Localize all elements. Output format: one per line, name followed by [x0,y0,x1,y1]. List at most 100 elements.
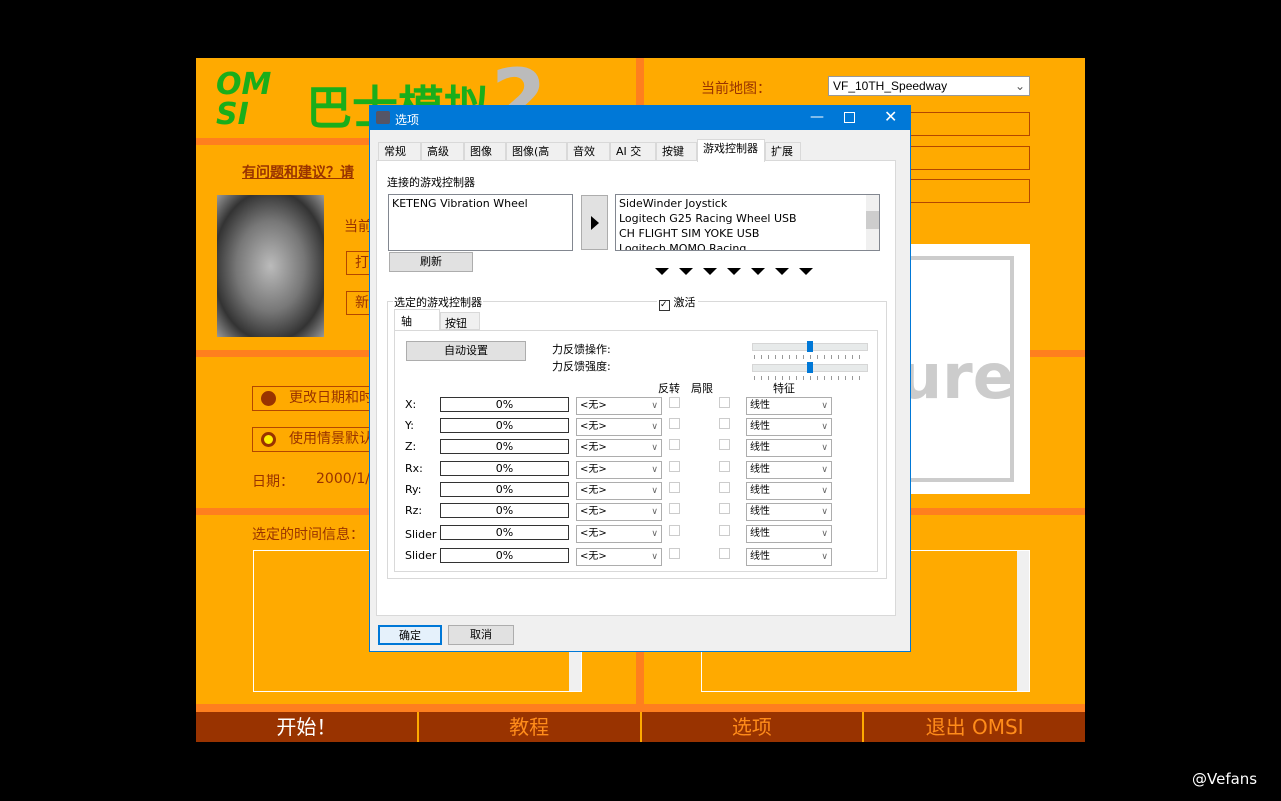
chevron-down-icon: ∨ [821,552,828,562]
invert-checkbox[interactable] [669,525,680,536]
chevron-down-icon: ∨ [651,465,658,475]
map-value: VF_10TH_Speedway [833,79,948,93]
chevron-down-icon: ∨ [651,486,658,496]
feature-select[interactable]: 线性 ∨ [746,482,832,500]
arrow-down-icon[interactable] [703,268,717,275]
axis-assign-select[interactable]: <无> ∨ [576,525,662,543]
maximize-icon[interactable] [844,112,855,123]
arrow-down-icon[interactable] [799,268,813,275]
chevron-down-icon: ∨ [651,507,658,517]
tab-graphics-advanced[interactable]: 图像(高级) [506,142,567,176]
tab-advanced[interactable]: 高级 [421,142,464,161]
feature-select[interactable]: 线性 ∨ [746,503,832,521]
select-value: 线性 [750,485,770,496]
axis-assign-select[interactable]: <无> ∨ [576,418,662,436]
auto-setup-button[interactable]: 自动设置 [406,341,526,361]
invert-checkbox[interactable] [669,482,680,493]
list-item[interactable]: SideWinder Joystick [619,196,863,211]
limit-checkbox[interactable] [719,418,730,429]
refresh-button[interactable]: 刷新 [389,252,473,272]
tab-addons[interactable]: 扩展包 [765,142,801,176]
limit-checkbox[interactable] [719,503,730,514]
list-item[interactable]: Logitech G25 Racing Wheel USB [619,211,863,226]
check-icon: ✓ [659,300,670,311]
invert-checkbox[interactable] [669,548,680,559]
list-item[interactable]: Logitech MOMO Racing [619,241,863,250]
activate-checkbox[interactable]: ✓ 激活 [657,294,698,311]
limit-checkbox[interactable] [719,482,730,493]
limit-checkbox[interactable] [719,548,730,559]
radio-label: 更改日期和时 [289,390,373,406]
feature-select[interactable]: 线性 ∨ [746,439,832,457]
feature-select[interactable]: 线性 ∨ [746,461,832,479]
tab-game-controllers[interactable]: 游戏控制器 [697,139,765,162]
axis-assign-select[interactable]: <无> ∨ [576,439,662,457]
tab-ai-traffic[interactable]: AI 交通 [610,142,656,176]
minimize-icon[interactable]: — [810,109,824,125]
slider-thumb[interactable] [807,362,813,373]
radio-change-date[interactable]: 更改日期和时 [252,386,382,411]
select-value: <无> [580,528,607,539]
invert-checkbox[interactable] [669,503,680,514]
close-icon[interactable]: ✕ [884,107,897,126]
feature-select[interactable]: 线性 ∨ [746,397,832,415]
tutorial-button[interactable]: 教程 [419,712,642,742]
axis-value-bar: 0% [440,548,569,563]
axis-label: Z: [405,440,417,453]
invert-checkbox[interactable] [669,418,680,429]
ff-strength-label: 力反馈强度: [552,360,611,373]
scrollbar[interactable] [866,195,879,250]
axis-assign-select[interactable]: <无> ∨ [576,461,662,479]
chevron-down-icon: ∨ [651,401,658,411]
invert-header: 反转 [658,382,680,395]
limit-checkbox[interactable] [719,461,730,472]
activate-label: 激活 [673,296,696,309]
cancel-button[interactable]: 取消 [448,625,514,645]
tab-keys[interactable]: 按键 [656,142,697,161]
arrow-down-icon[interactable] [655,268,669,275]
map-select[interactable]: VF_10TH_Speedway ⌄ [828,76,1030,96]
feature-select[interactable]: 线性 ∨ [746,525,832,543]
ok-button[interactable]: 确定 [378,625,442,645]
radio-use-default[interactable]: 使用情景默认 [252,427,382,452]
start-button[interactable]: 开始！ [196,712,419,742]
chevron-down-icon: ∨ [821,507,828,517]
axis-assign-select[interactable]: <无> ∨ [576,503,662,521]
axis-value-bar: 0% [440,461,569,476]
arrow-down-icon[interactable] [727,268,741,275]
feature-select[interactable]: 线性 ∨ [746,548,832,566]
limit-checkbox[interactable] [719,397,730,408]
list-item[interactable]: KETENG Vibration Wheel [392,196,569,211]
author-photo [217,195,324,337]
tab-sound[interactable]: 音效 [567,142,610,161]
chevron-down-icon: ∨ [821,465,828,475]
scrollbar[interactable] [1017,551,1029,691]
limit-checkbox[interactable] [719,525,730,536]
available-list[interactable]: SideWinder Joystick Logitech G25 Racing … [615,194,880,251]
feedback-link[interactable]: 有问题和建议？请 [242,162,354,182]
invert-checkbox[interactable] [669,439,680,450]
connected-list[interactable]: KETENG Vibration Wheel [388,194,573,251]
list-item[interactable]: CH FLIGHT SIM YOKE USB [619,226,863,241]
exit-button[interactable]: 退出 OMSI [864,712,1085,742]
arrow-down-icon[interactable] [775,268,789,275]
add-controller-button[interactable] [581,195,608,250]
subtab-buttons[interactable]: 按钮 [440,312,480,330]
invert-checkbox[interactable] [669,397,680,408]
arrow-down-icon[interactable] [679,268,693,275]
arrow-down-icon[interactable] [751,268,765,275]
subtab-axes[interactable]: 轴 [394,309,440,331]
axis-assign-select[interactable]: <无> ∨ [576,397,662,415]
date-label: 日期： [252,474,294,490]
select-value: 线性 [750,464,770,475]
axis-assign-select[interactable]: <无> ∨ [576,482,662,500]
axis-assign-select[interactable]: <无> ∨ [576,548,662,566]
limit-checkbox[interactable] [719,439,730,450]
tab-general[interactable]: 常规 [378,142,421,161]
radio-label: 使用情景默认 [289,431,373,447]
tab-graphics[interactable]: 图像 [464,142,506,161]
slider-thumb[interactable] [807,341,813,352]
feature-select[interactable]: 线性 ∨ [746,418,832,436]
options-button[interactable]: 选项 [642,712,865,742]
invert-checkbox[interactable] [669,461,680,472]
